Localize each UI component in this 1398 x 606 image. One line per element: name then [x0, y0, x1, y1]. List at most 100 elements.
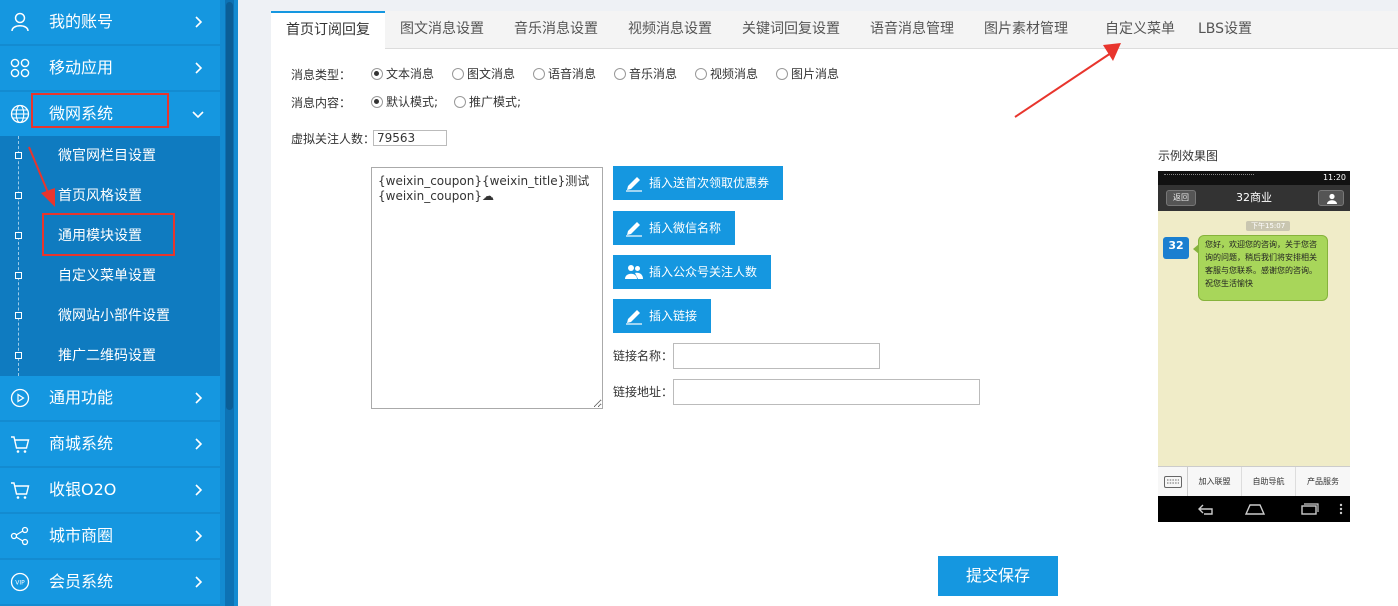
tab-bar: 首页订阅回复 图文消息设置 音乐消息设置 视频消息设置 关键词回复设置 语音消息…: [271, 11, 1398, 50]
chevron-right-icon: [195, 16, 203, 28]
link-name-input[interactable]: [673, 343, 880, 369]
sidebar-item-member-system[interactable]: VIP 会员系统: [0, 560, 220, 604]
phone-time-stamp: 下午15:07: [1246, 221, 1291, 231]
tree-node-icon: [15, 152, 22, 159]
insert-coupon-label: 插入送首次领取优惠券: [649, 176, 770, 190]
phone-title-bar: 返回 32商业: [1158, 185, 1350, 211]
virtual-followers-label: 虚拟关注人数：: [291, 132, 376, 146]
chevron-right-icon: [195, 438, 203, 450]
tab-keyword-reply[interactable]: 关键词回复设置: [727, 11, 855, 49]
share-icon: [10, 526, 29, 546]
tab-voice-message[interactable]: 语音消息管理: [855, 11, 969, 49]
annotation-arrow-icon: [28, 146, 55, 207]
radio-voice-message[interactable]: 语音消息: [533, 66, 596, 82]
message-textarea[interactable]: {weixin_coupon}{weixin_title}测试 {weixin_…: [371, 167, 603, 409]
tree-node-icon: [15, 232, 22, 239]
chevron-right-icon: [195, 62, 203, 74]
cart-icon: [11, 482, 30, 499]
sidebar-item-label: 通用功能: [49, 388, 114, 407]
sidebar-item-label: 我的账号: [49, 12, 114, 31]
chevron-right-icon: [195, 392, 203, 404]
phone-user-icon: [1318, 190, 1344, 206]
radio-news-message[interactable]: 图文消息: [452, 66, 515, 82]
tab-video-message[interactable]: 视频消息设置: [613, 11, 727, 49]
keyboard-icon: [1158, 467, 1188, 497]
tree-node-icon: [15, 192, 22, 199]
play-icon: [10, 388, 30, 408]
status-icons: [1164, 174, 1254, 181]
phone-menu-item: 加入联盟: [1188, 467, 1242, 497]
sidebar-item-label: 商城系统: [49, 434, 114, 453]
submenu-item-label: 首页风格设置: [58, 188, 142, 204]
link-name-label: 链接名称：: [613, 349, 674, 363]
submenu-item-label: 微官网栏目设置: [58, 148, 156, 164]
sidebar-scrollbar-thumb[interactable]: [226, 2, 233, 410]
users-icon: [625, 265, 643, 279]
submit-save-button[interactable]: 提交保存: [938, 556, 1058, 596]
insert-wechat-name-button[interactable]: 插入微信名称: [613, 211, 736, 245]
back-nav-icon: [1198, 504, 1213, 515]
virtual-followers-input[interactable]: [373, 130, 447, 146]
insert-wechat-name-label: 插入微信名称: [649, 221, 722, 235]
tree-node-icon: [15, 352, 22, 359]
radio-music-message[interactable]: 音乐消息: [614, 66, 677, 82]
insert-link-button[interactable]: 插入链接: [613, 299, 712, 333]
sidebar-item-cashier-o2o[interactable]: 收银O2O: [0, 468, 220, 512]
main-panel: 首页订阅回复 图文消息设置 音乐消息设置 视频消息设置 关键词回复设置 语音消息…: [271, 11, 1398, 606]
tab-news-message[interactable]: 图文消息设置: [385, 11, 499, 49]
user-icon: [11, 12, 29, 32]
tab-music-message[interactable]: 音乐消息设置: [499, 11, 613, 49]
home-nav-icon: [1244, 504, 1266, 515]
tab-home-subscribe-reply[interactable]: 首页订阅回复: [271, 11, 385, 50]
pencil-icon: [626, 222, 642, 237]
link-url-label: 链接地址：: [613, 385, 674, 399]
chevron-down-icon: [192, 111, 204, 119]
msg-content-label: 消息内容：: [291, 96, 352, 110]
phone-menu-item: 自助导航: [1242, 467, 1296, 497]
sidebar-item-mobile-apps[interactable]: 移动应用: [0, 46, 220, 90]
sidebar-item-my-account[interactable]: 我的账号: [0, 0, 220, 44]
radio-text-message[interactable]: 文本消息: [371, 66, 434, 82]
radio-video-message[interactable]: 视频消息: [695, 66, 758, 82]
apps-icon: [10, 58, 30, 78]
insert-coupon-button[interactable]: 插入送首次领取优惠券: [613, 166, 784, 200]
pencil-icon: [626, 177, 642, 192]
cart-icon: [11, 436, 30, 453]
sidebar-item-common-features[interactable]: 通用功能: [0, 376, 220, 420]
radio-default-mode[interactable]: 默认模式;: [371, 94, 438, 110]
annotation-highlight-box: [31, 93, 169, 128]
insert-link-label: 插入链接: [649, 309, 698, 323]
annotation-highlight-box: [42, 213, 175, 256]
submenu-item-site-widgets[interactable]: 微网站小部件设置: [0, 296, 220, 336]
phone-menu-item: 产品服务: [1307, 477, 1339, 486]
sidebar-item-city-business[interactable]: 城市商圈: [0, 514, 220, 558]
phone-chat-bubble: 您好，欢迎您的咨询，关于您咨询的问题，稍后我们将安排相关客服与您联系。感谢您的咨…: [1193, 235, 1328, 301]
sidebar: 我的账号 移动应用 微网系统 微官网栏目设置 首页风格设置 通用模块设置 自定义…: [0, 0, 238, 606]
phone-avatar: 32: [1163, 237, 1189, 259]
insert-follower-count-button[interactable]: 插入公众号关注人数: [613, 255, 772, 289]
submenu-item-qrcode[interactable]: 推广二维码设置: [0, 336, 220, 376]
sidebar-item-label: 会员系统: [49, 572, 114, 591]
phone-nav-bar: [1158, 496, 1350, 522]
phone-status-bar: 11:20: [1158, 171, 1350, 185]
globe-icon: [10, 104, 30, 124]
tab-lbs-settings[interactable]: LBS设置: [1183, 11, 1267, 49]
radio-image-message[interactable]: 图片消息: [776, 66, 839, 82]
radio-promo-mode[interactable]: 推广模式;: [454, 94, 521, 110]
submenu-item-label: 推广二维码设置: [58, 348, 156, 364]
submenu-item-custom-menu[interactable]: 自定义菜单设置: [0, 256, 220, 296]
chevron-right-icon: [195, 484, 203, 496]
chevron-right-icon: [195, 530, 203, 542]
sidebar-item-mall-system[interactable]: 商城系统: [0, 422, 220, 466]
sidebar-item-label: 移动应用: [49, 58, 114, 77]
tree-node-icon: [15, 312, 22, 319]
annotation-arrow-icon: [1014, 43, 1121, 118]
preview-label: 示例效果图: [1158, 149, 1219, 163]
tree-node-icon: [15, 272, 22, 279]
link-url-input[interactable]: [673, 379, 980, 405]
vip-icon: VIP: [10, 572, 30, 592]
pencil-icon: [626, 310, 642, 325]
vip-icon-label: VIP: [15, 580, 25, 587]
chevron-right-icon: [195, 576, 203, 588]
recent-apps-icon: [1301, 503, 1319, 515]
